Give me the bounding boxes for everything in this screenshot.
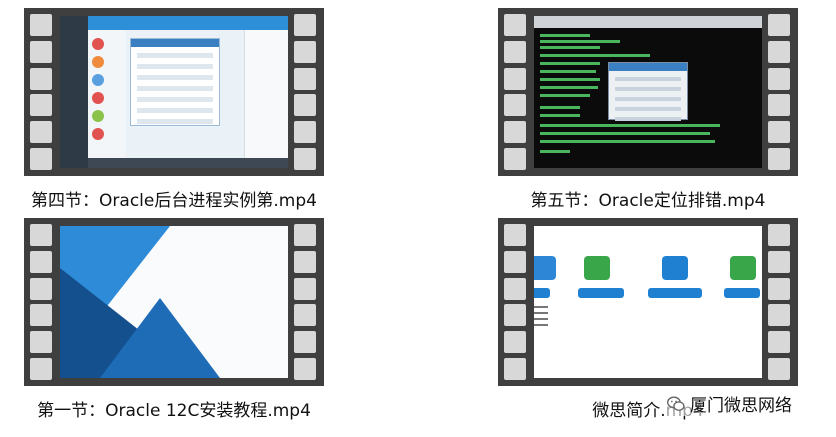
video-thumbnail[interactable] <box>24 218 324 386</box>
film-perforations <box>768 14 792 170</box>
video-caption[interactable]: 第一节：Oracle 12C安装教程.mp4 <box>24 396 324 421</box>
watermark: 厦门微思网络 <box>666 391 792 416</box>
watermark-text: 厦门微思网络 <box>690 396 792 416</box>
film-perforations <box>504 224 528 380</box>
thumbnail-company-intro-slide <box>534 226 762 378</box>
thumbnail-chat-app-screenshot <box>60 16 288 168</box>
thumbnail-terminal-screenshot <box>534 16 762 168</box>
video-card-1[interactable]: 第四节：Oracle后台进程实例第.mp4 <box>24 8 324 211</box>
film-perforations <box>30 224 54 380</box>
film-perforations <box>294 224 318 380</box>
video-card-3[interactable]: 第一节：Oracle 12C安装教程.mp4 <box>24 218 324 421</box>
film-perforations <box>768 224 792 380</box>
film-perforations <box>30 14 54 170</box>
video-caption[interactable]: 第五节：Oracle定位排错.mp4 <box>498 186 798 211</box>
video-thumbnail[interactable] <box>498 218 798 386</box>
thumbnail-presentation-slide <box>60 226 288 378</box>
video-caption[interactable]: 第四节：Oracle后台进程实例第.mp4 <box>24 186 324 211</box>
video-thumbnail[interactable] <box>24 8 324 176</box>
film-perforations <box>294 14 318 170</box>
film-perforations <box>504 14 528 170</box>
wechat-icon <box>667 396 685 411</box>
video-thumbnail[interactable] <box>498 8 798 176</box>
video-card-2[interactable]: 第五节：Oracle定位排错.mp4 <box>498 8 798 211</box>
